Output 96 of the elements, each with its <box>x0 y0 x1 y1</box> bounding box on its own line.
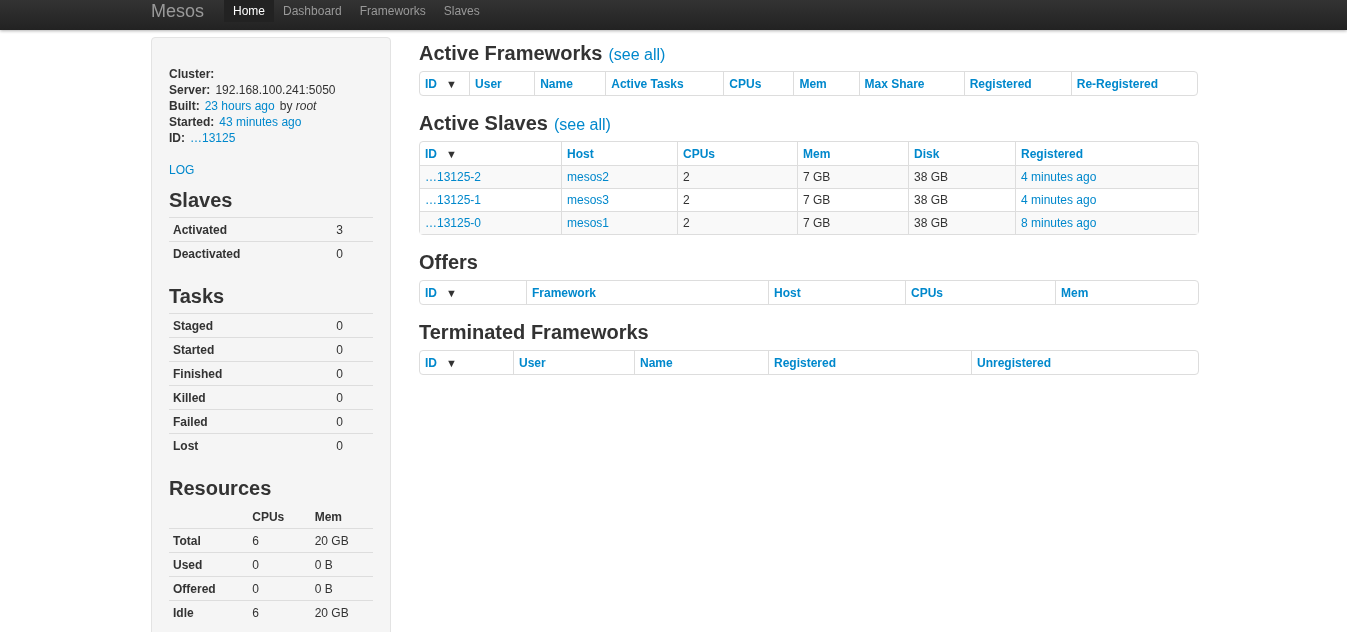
sort-arrow-icon[interactable]: ▼ <box>446 77 457 90</box>
column-header[interactable]: Re-Registered <box>1076 76 1159 91</box>
column-header[interactable]: ID <box>425 285 437 300</box>
table-cell: 7 GB <box>803 193 831 207</box>
stat-label: Deactivated <box>169 241 302 265</box>
info-label: Server: <box>169 82 211 98</box>
stat-value: 0 <box>288 409 373 434</box>
column-header[interactable]: Framework <box>532 285 597 300</box>
info-label: ID: <box>169 130 185 146</box>
stat-value: 6 <box>248 528 311 553</box>
section-heading: Offers <box>419 250 478 274</box>
stat-value: 20 GB <box>310 528 373 553</box>
nav-link[interactable]: Slaves <box>434 0 489 22</box>
stat-label: Used <box>169 552 249 577</box>
column-header[interactable]: Host <box>567 146 594 161</box>
table-cell: 7 GB <box>803 170 831 184</box>
stat-value: 20 GB <box>310 600 373 624</box>
column-header[interactable]: Name <box>640 355 673 370</box>
stat-label: Killed <box>169 385 289 410</box>
column-header[interactable]: Max Share <box>864 76 925 91</box>
table-cell: 38 GB <box>914 193 949 207</box>
info-link[interactable]: …13125 <box>190 130 236 146</box>
section-heading: Tasks <box>169 284 226 309</box>
info-label: Built: <box>169 98 200 114</box>
column-header[interactable]: Disk <box>914 146 940 161</box>
section-heading: Resources <box>169 476 273 501</box>
column-header[interactable]: Registered <box>774 355 837 370</box>
sort-arrow-icon[interactable]: ▼ <box>446 147 457 160</box>
info-link[interactable]: 23 hours ago <box>204 98 275 114</box>
column-header[interactable]: CPUs <box>911 285 943 300</box>
column-header[interactable]: Unregistered <box>977 355 1052 370</box>
column-header[interactable]: ID <box>425 355 437 370</box>
column-header[interactable]: Host <box>774 285 801 300</box>
column-header[interactable]: Active Tasks <box>611 76 684 91</box>
table-link[interactable]: mesos3 <box>567 193 610 207</box>
info-value: 192.168.100.241:5050 <box>215 82 336 98</box>
table-link[interactable]: 4 minutes ago <box>1021 193 1097 207</box>
column-header[interactable]: Name <box>540 76 573 91</box>
stat-label: Started <box>169 337 289 362</box>
nav-link[interactable]: Home <box>224 0 275 22</box>
column-header: Mem <box>310 505 373 529</box>
column-header[interactable]: ID <box>425 76 437 91</box>
stat-value: 0 <box>288 361 373 386</box>
see-all-link[interactable]: (see all) <box>608 46 666 64</box>
stat-label: Idle <box>169 600 249 624</box>
table-cell: 38 GB <box>914 216 949 230</box>
table-cell: 2 <box>683 170 690 184</box>
column-header[interactable]: Mem <box>799 76 827 91</box>
stat-label: Failed <box>169 409 289 434</box>
stat-label: Finished <box>169 361 289 386</box>
info-label: Started: <box>169 114 215 130</box>
stat-value: 3 <box>301 217 373 242</box>
column-header: CPUs <box>248 505 311 529</box>
stat-value: 0 B <box>310 576 373 601</box>
nav-link[interactable]: Frameworks <box>350 0 435 22</box>
column-header[interactable]: Mem <box>803 146 831 161</box>
info-suffix: by root <box>279 98 317 114</box>
section-heading: Active Slaves <box>419 111 548 135</box>
stat-label: Activated <box>169 217 302 242</box>
sort-arrow-icon[interactable]: ▼ <box>446 356 457 369</box>
column-header[interactable]: ID <box>425 146 437 161</box>
stat-value: 0 B <box>310 552 373 577</box>
stat-value: 0 <box>248 576 311 601</box>
brand-logo[interactable]: Mesos <box>151 0 224 30</box>
column-header[interactable]: CPUs <box>729 76 762 91</box>
stat-value: 0 <box>288 433 373 457</box>
stat-value: 0 <box>288 385 373 410</box>
table-cell: 2 <box>683 193 690 207</box>
table-cell: 7 GB <box>803 216 831 230</box>
nav-link[interactable]: Dashboard <box>274 0 351 22</box>
section-heading: Active Frameworks <box>419 41 603 65</box>
column-header[interactable]: User <box>519 355 546 370</box>
stat-value: 0 <box>288 337 373 362</box>
stat-value: 0 <box>288 313 373 338</box>
section-heading: Slaves <box>169 188 234 213</box>
section-heading: Terminated Frameworks <box>419 320 649 344</box>
sort-arrow-icon[interactable]: ▼ <box>446 286 457 299</box>
column-header[interactable]: CPUs <box>683 146 715 161</box>
see-all-link[interactable]: (see all) <box>554 116 611 134</box>
info-label: Cluster: <box>169 66 215 82</box>
column-header[interactable]: Registered <box>969 76 1032 91</box>
info-link[interactable]: 43 minutes ago <box>219 114 302 130</box>
table-cell: 38 GB <box>914 170 949 184</box>
stat-value: 0 <box>301 241 373 265</box>
column-header[interactable]: Registered <box>1021 146 1084 161</box>
stat-label: Lost <box>169 433 289 457</box>
table-link[interactable]: …13125-1 <box>425 193 482 207</box>
log-link[interactable]: LOG <box>169 163 195 177</box>
column-header[interactable]: User <box>475 76 502 91</box>
column-header[interactable]: Mem <box>1061 285 1089 300</box>
stat-label: Offered <box>169 576 249 601</box>
stat-value: 0 <box>248 552 311 577</box>
table-cell: 2 <box>683 216 690 230</box>
stat-label: Total <box>169 528 249 553</box>
stat-label: Staged <box>169 313 289 338</box>
stat-value: 6 <box>248 600 311 624</box>
